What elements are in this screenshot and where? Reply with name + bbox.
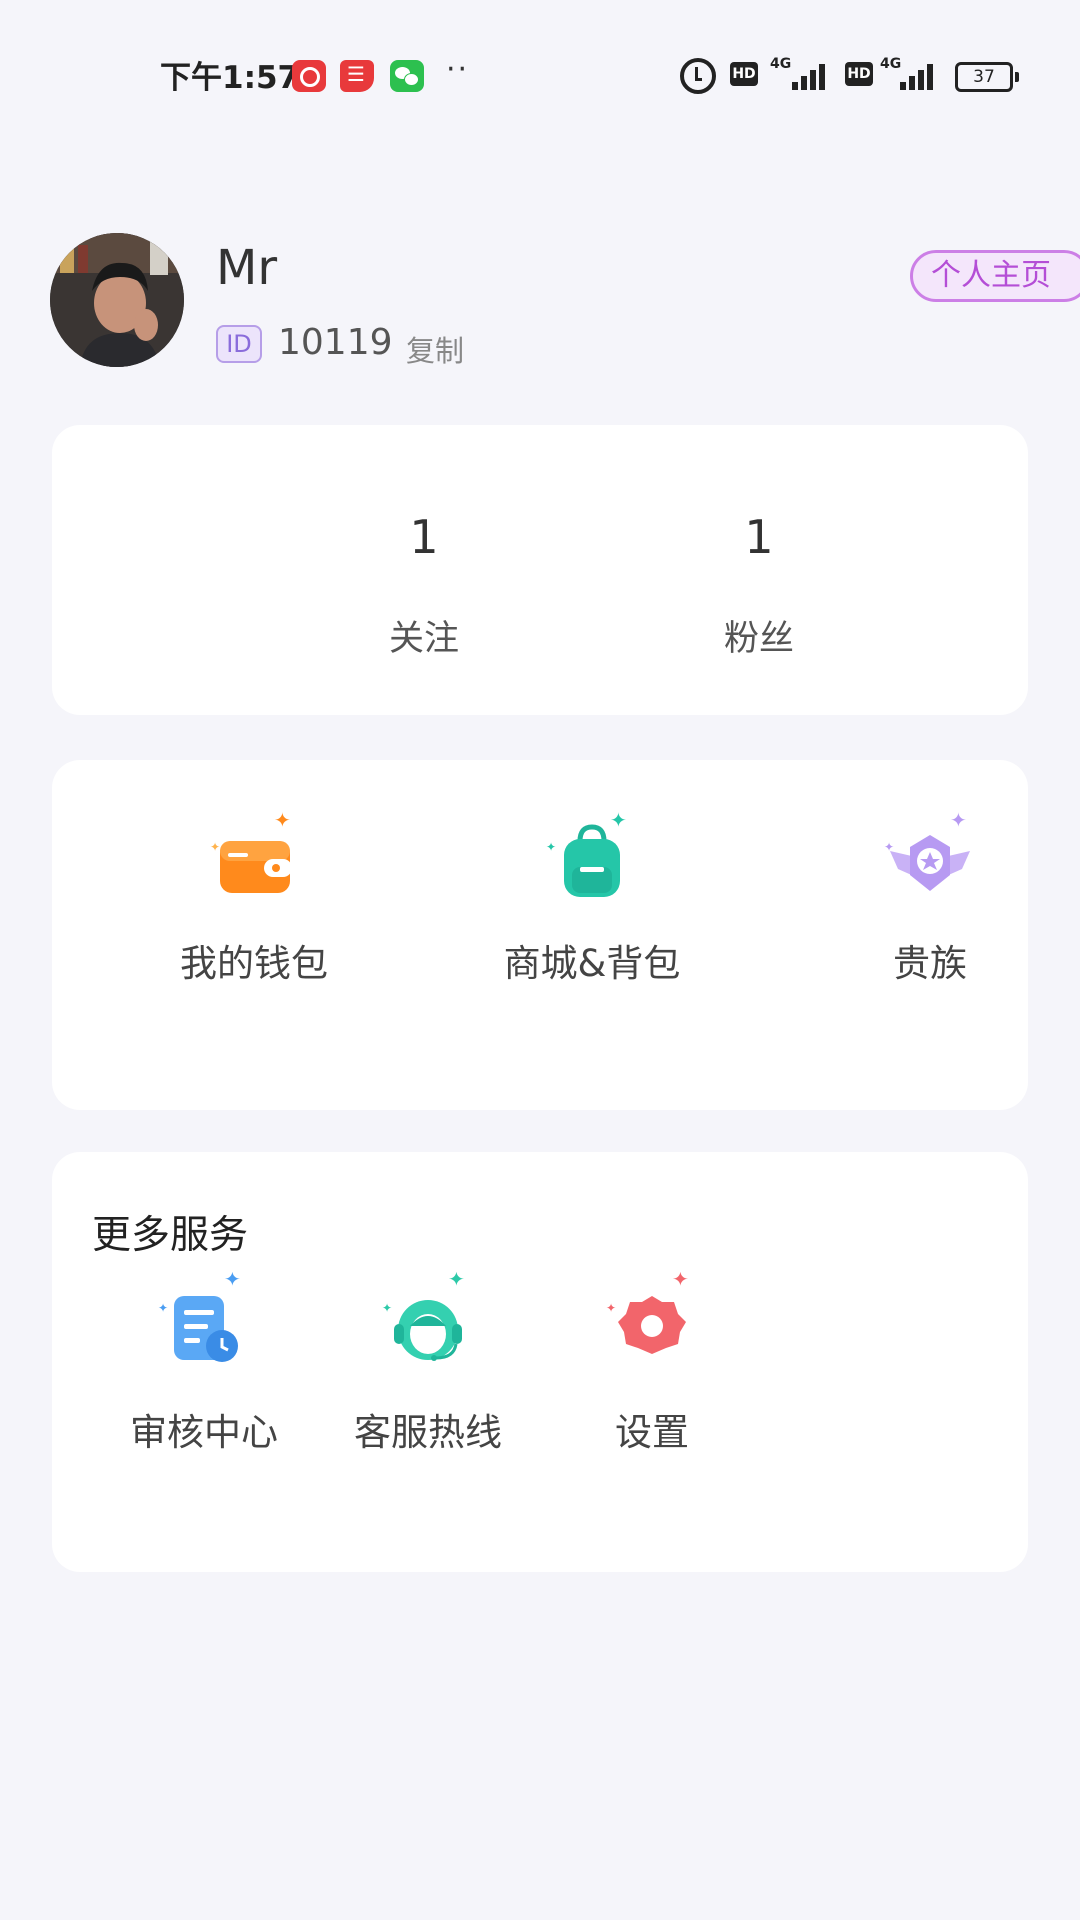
review-document-icon: ✦ ✦ (154, 1267, 254, 1372)
svg-text:✦: ✦ (950, 808, 967, 832)
noble-badge-icon: ✦ ✦ (880, 805, 980, 905)
svg-text:✦: ✦ (606, 1301, 616, 1315)
network-type: 4G (880, 56, 902, 72)
more-notifications-icon: ·· (446, 52, 470, 87)
svg-text:✦: ✦ (224, 1272, 241, 1291)
svg-text:✦: ✦ (210, 840, 220, 854)
netease-music-icon (292, 60, 326, 92)
svg-text:✦: ✦ (672, 1272, 689, 1291)
news-app-icon (340, 60, 374, 92)
svg-text:✦: ✦ (158, 1301, 168, 1315)
avatar[interactable] (50, 233, 184, 367)
hd-icon: HD (845, 62, 873, 86)
review-center-label: 审核中心 (130, 1411, 278, 1454)
alarm-icon (680, 58, 716, 94)
following-stat[interactable]: 1 关注 (314, 510, 534, 661)
more-services-card: 更多服务 ✦ ✦ 审核中心 ✦ ✦ 客服热线 ✦ ✦ 设置 (52, 1152, 1028, 1572)
personal-homepage-button[interactable]: 个人主页 (910, 250, 1080, 302)
network-type: 4G (770, 56, 792, 72)
more-services-title: 更多服务 (92, 1213, 249, 1258)
noble-label: 贵族 (893, 942, 967, 985)
fans-stat[interactable]: 1 粉丝 (649, 510, 869, 661)
following-label: 关注 (388, 619, 459, 659)
backpack-icon: ✦ ✦ (542, 805, 642, 905)
features-card: ✦ ✦ 我的钱包 ✦ ✦ 商城&背包 ✦ ✦ 贵族 (52, 760, 1028, 1110)
svg-text:✦: ✦ (448, 1272, 465, 1291)
wallet-entry[interactable]: ✦ ✦ 我的钱包 (124, 805, 384, 987)
fans-label: 粉丝 (723, 619, 794, 659)
signal-icon: 4G (770, 56, 830, 92)
id-badge: ID (216, 325, 262, 363)
settings-entry[interactable]: ✦ ✦ 设置 (552, 1267, 752, 1456)
user-id-value: 10119 (278, 322, 393, 363)
settings-gear-icon: ✦ ✦ (602, 1267, 702, 1372)
wechat-icon (390, 60, 424, 92)
hd-icon: HD (730, 62, 758, 86)
wallet-icon: ✦ ✦ (204, 805, 304, 905)
customer-service-label: 客服热线 (354, 1411, 502, 1454)
review-center-entry[interactable]: ✦ ✦ 审核中心 (104, 1267, 304, 1456)
settings-label: 设置 (615, 1411, 689, 1454)
customer-service-entry[interactable]: ✦ ✦ 客服热线 (328, 1267, 528, 1456)
status-time: 下午1:57 (160, 60, 300, 96)
username: Mr (216, 240, 278, 296)
copy-id-button[interactable]: 复制 (406, 328, 464, 370)
wallet-label: 我的钱包 (180, 942, 328, 985)
svg-text:✦: ✦ (546, 840, 556, 854)
status-bar: 下午1:57 ·· HD 4G HD 4G 37 (0, 0, 1080, 150)
stats-card: 1 关注 1 粉丝 (52, 425, 1028, 715)
svg-text:✦: ✦ (274, 808, 291, 832)
signal-icon: 4G (880, 56, 940, 92)
svg-text:✦: ✦ (382, 1301, 392, 1315)
noble-entry[interactable]: ✦ ✦ 贵族 (800, 805, 1060, 987)
shop-backpack-entry[interactable]: ✦ ✦ 商城&背包 (462, 805, 722, 987)
fans-count: 1 (744, 510, 774, 564)
following-count: 1 (409, 510, 439, 564)
customer-service-headset-icon: ✦ ✦ (378, 1267, 478, 1372)
battery-icon: 37 (955, 62, 1019, 92)
shop-backpack-label: 商城&背包 (503, 942, 681, 985)
svg-text:✦: ✦ (610, 808, 627, 832)
